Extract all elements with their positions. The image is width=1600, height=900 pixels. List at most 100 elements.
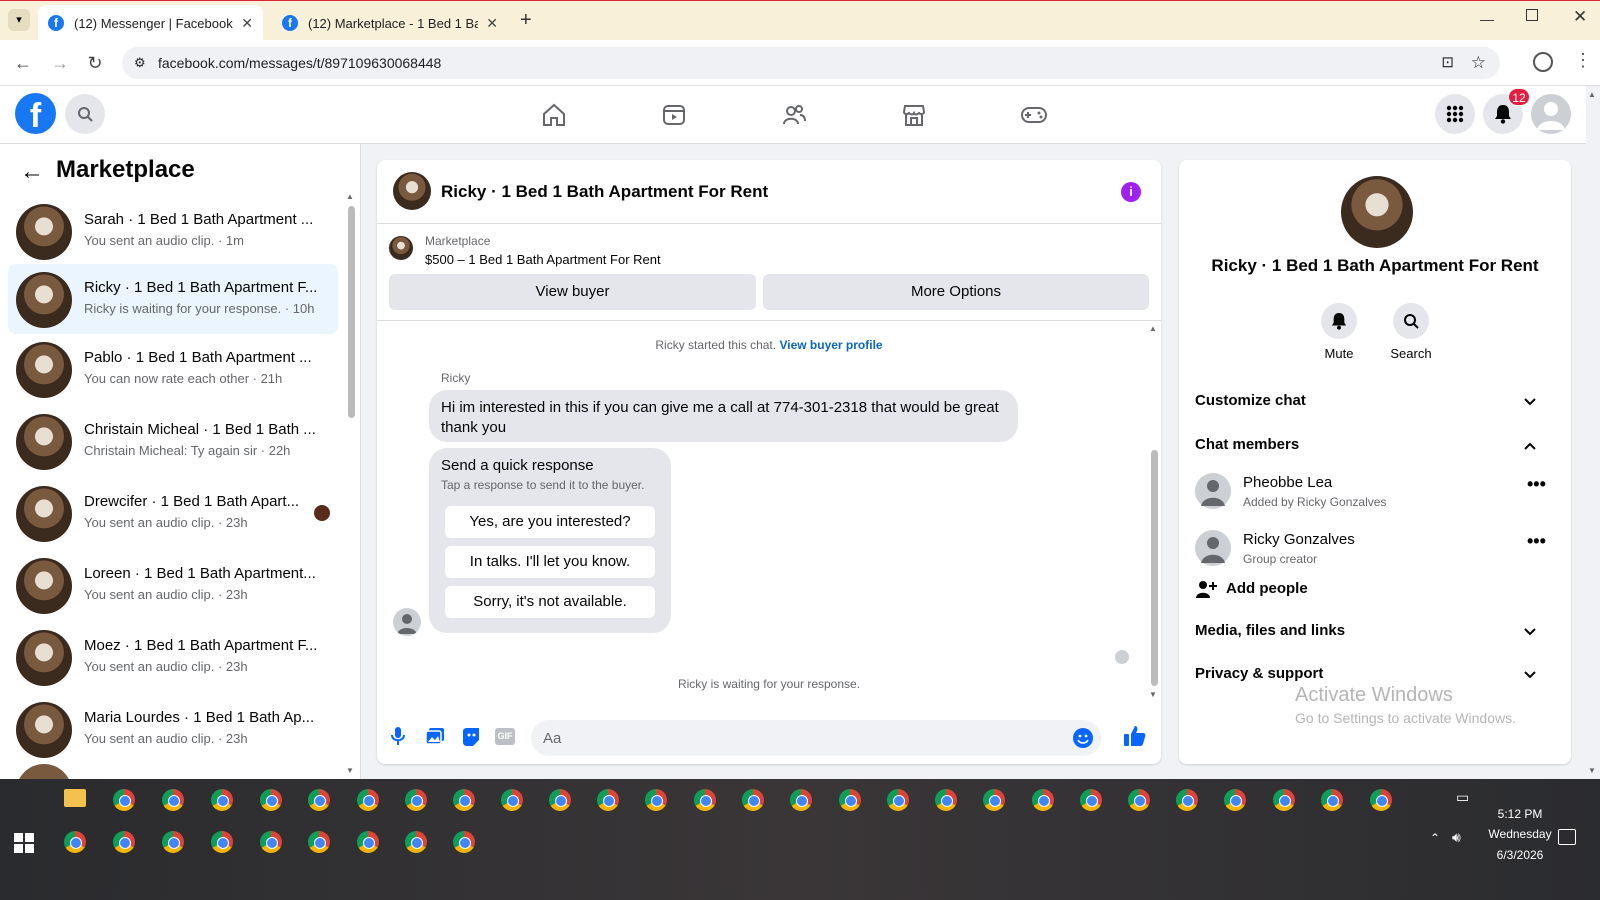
profile-icon[interactable]	[1533, 52, 1553, 72]
chrome-taskbar-icon[interactable]	[1176, 789, 1198, 811]
conversation-item-ricky[interactable]: Ricky · 1 Bed 1 Bath Apartment F... Rick…	[8, 264, 338, 334]
conversation-item-pablo[interactable]: Pablo · 1 Bed 1 Bath Apartment ... You c…	[8, 334, 338, 404]
chrome-taskbar-icon[interactable]	[162, 831, 184, 853]
microphone-icon[interactable]	[391, 726, 405, 746]
privacy-support-row[interactable]: Privacy & support	[1195, 665, 1555, 682]
scroll-up-arrow[interactable]: ▲	[346, 192, 354, 201]
chat-scrollbar-thumb[interactable]	[1151, 450, 1158, 686]
chrome-taskbar-icon[interactable]	[308, 831, 330, 853]
bookmark-star-icon[interactable]: ☆	[1471, 47, 1486, 79]
site-info-icon[interactable]: ⚙	[134, 47, 146, 79]
video-nav-icon[interactable]	[659, 100, 689, 130]
chat-members-row[interactable]: Chat members	[1195, 436, 1555, 453]
chrome-taskbar-icon[interactable]	[64, 831, 86, 853]
chrome-taskbar-icon[interactable]	[597, 789, 619, 811]
clock-time[interactable]: 5:12 PM	[1470, 807, 1570, 821]
chrome-taskbar-icon[interactable]	[501, 789, 523, 811]
menu-button[interactable]	[1435, 94, 1475, 134]
photo-icon[interactable]	[425, 727, 445, 745]
search-button[interactable]	[65, 94, 105, 134]
file-explorer-icon[interactable]	[64, 789, 86, 807]
back-arrow-icon[interactable]: ←	[20, 158, 44, 186]
conversation-item-loreen[interactable]: Loreen · 1 Bed 1 Bath Apartment... You s…	[8, 550, 338, 620]
sender-avatar[interactable]	[393, 608, 421, 636]
chrome-taskbar-icon[interactable]	[113, 831, 135, 853]
chrome-taskbar-icon[interactable]	[983, 789, 1005, 811]
chrome-taskbar-icon[interactable]	[1032, 789, 1054, 811]
chrome-taskbar-icon[interactable]	[113, 789, 135, 811]
quick-response-yes-button[interactable]: Yes, are you interested?	[445, 506, 655, 538]
member-avatar[interactable]	[1195, 530, 1231, 566]
conversation-item-christain[interactable]: Christain Micheal · 1 Bed 1 Bath ... Chr…	[8, 406, 338, 476]
chrome-taskbar-icon[interactable]	[935, 789, 957, 811]
close-window-icon[interactable]: ✕	[1573, 7, 1587, 27]
message-input[interactable]: Aa	[531, 720, 1101, 756]
conversation-item-maria[interactable]: Maria Lourdes · 1 Bed 1 Bath Ap... You s…	[8, 694, 338, 764]
chrome-taskbar-icon[interactable]	[162, 789, 184, 811]
action-center-icon[interactable]	[1558, 829, 1576, 845]
close-tab-icon[interactable]: ✕	[486, 15, 498, 32]
tray-chevron-icon[interactable]: ⌃	[1430, 831, 1440, 845]
forward-icon[interactable]: →	[48, 51, 72, 75]
chrome-taskbar-icon[interactable]	[645, 789, 667, 811]
scroll-down-arrow[interactable]: ▼	[1149, 690, 1157, 699]
chrome-taskbar-icon[interactable]	[1370, 789, 1392, 811]
page-scroll-up-arrow[interactable]: ▲	[1588, 90, 1596, 99]
search-in-chat-button[interactable]	[1393, 303, 1429, 339]
chrome-taskbar-icon[interactable]	[1224, 789, 1246, 811]
emoji-icon[interactable]	[1073, 728, 1093, 748]
left-scrollbar-thumb[interactable]	[348, 206, 355, 418]
quick-response-in-talks-button[interactable]: In talks. I'll let you know.	[445, 546, 655, 578]
chrome-taskbar-icon[interactable]	[357, 789, 379, 811]
marketplace-nav-icon[interactable]	[899, 100, 929, 130]
tab-search-icon[interactable]: ▾	[8, 9, 30, 31]
quick-response-not-available-button[interactable]: Sorry, it's not available.	[445, 586, 655, 618]
chrome-taskbar-icon[interactable]	[694, 789, 716, 811]
install-app-icon[interactable]: ⊡	[1441, 47, 1454, 79]
message-bubble[interactable]: Hi im interested in this if you can give…	[429, 390, 1018, 442]
close-tab-icon[interactable]: ✕	[241, 15, 253, 32]
chrome-taskbar-icon[interactable]	[1080, 789, 1102, 811]
member-options-icon[interactable]: •••	[1527, 474, 1546, 495]
chrome-taskbar-icon[interactable]	[1321, 789, 1343, 811]
customize-chat-row[interactable]: Customize chat	[1195, 392, 1555, 409]
reload-icon[interactable]: ↻	[83, 51, 107, 75]
conversation-item-moez[interactable]: Moez · 1 Bed 1 Bath Apartment F... You s…	[8, 622, 338, 692]
chrome-taskbar-icon[interactable]	[453, 831, 475, 853]
home-nav-icon[interactable]	[539, 100, 569, 130]
member-options-icon[interactable]: •••	[1527, 531, 1546, 552]
sticker-icon[interactable]	[461, 727, 481, 747]
media-files-row[interactable]: Media, files and links	[1195, 622, 1555, 639]
chat-avatar[interactable]	[393, 172, 431, 210]
menu-dots-icon[interactable]: ⋮	[1574, 50, 1592, 71]
chrome-taskbar-icon[interactable]	[742, 789, 764, 811]
conversation-item-sarah[interactable]: Sarah · 1 Bed 1 Bath Apartment ... You s…	[8, 196, 338, 266]
chrome-taskbar-icon[interactable]	[453, 789, 475, 811]
chrome-taskbar-icon[interactable]	[211, 789, 233, 811]
chrome-taskbar-icon[interactable]	[211, 831, 233, 853]
account-avatar[interactable]	[1531, 94, 1571, 134]
new-tab-icon[interactable]: +	[520, 9, 532, 32]
mute-button[interactable]	[1321, 303, 1357, 339]
back-icon[interactable]: ←	[11, 51, 35, 75]
clock-day[interactable]: Wednesday	[1470, 827, 1570, 841]
listing-title[interactable]: $500 – 1 Bed 1 Bath Apartment For Rent	[425, 252, 661, 267]
volume-icon[interactable]: 🔊︎	[1452, 829, 1461, 846]
tab-messenger[interactable]: f (12) Messenger | Facebook ✕	[38, 5, 263, 41]
conversation-item-drewcifer[interactable]: Drewcifer · 1 Bed 1 Bath Apart... You se…	[8, 478, 338, 548]
gif-icon[interactable]: GIF	[495, 728, 515, 745]
chrome-taskbar-icon[interactable]	[790, 789, 812, 811]
chrome-taskbar-icon[interactable]	[839, 789, 861, 811]
friends-nav-icon[interactable]	[779, 100, 809, 130]
clock-date[interactable]: 6/3/2026	[1470, 848, 1570, 862]
view-buyer-profile-link[interactable]: View buyer profile	[779, 338, 882, 352]
tab-marketplace[interactable]: f (12) Marketplace - 1 Bed 1 Bath ✕	[272, 5, 508, 41]
scroll-up-arrow[interactable]: ▲	[1149, 324, 1157, 333]
more-options-button[interactable]: More Options	[763, 274, 1149, 310]
chrome-taskbar-icon[interactable]	[549, 789, 571, 811]
chrome-taskbar-icon[interactable]	[1128, 789, 1150, 811]
taskbar-display-icon[interactable]: ▭	[1456, 789, 1469, 806]
page-scroll-down-arrow[interactable]: ▼	[1588, 766, 1596, 775]
chrome-taskbar-icon[interactable]	[405, 789, 427, 811]
like-thumbs-up-icon[interactable]	[1123, 724, 1147, 748]
